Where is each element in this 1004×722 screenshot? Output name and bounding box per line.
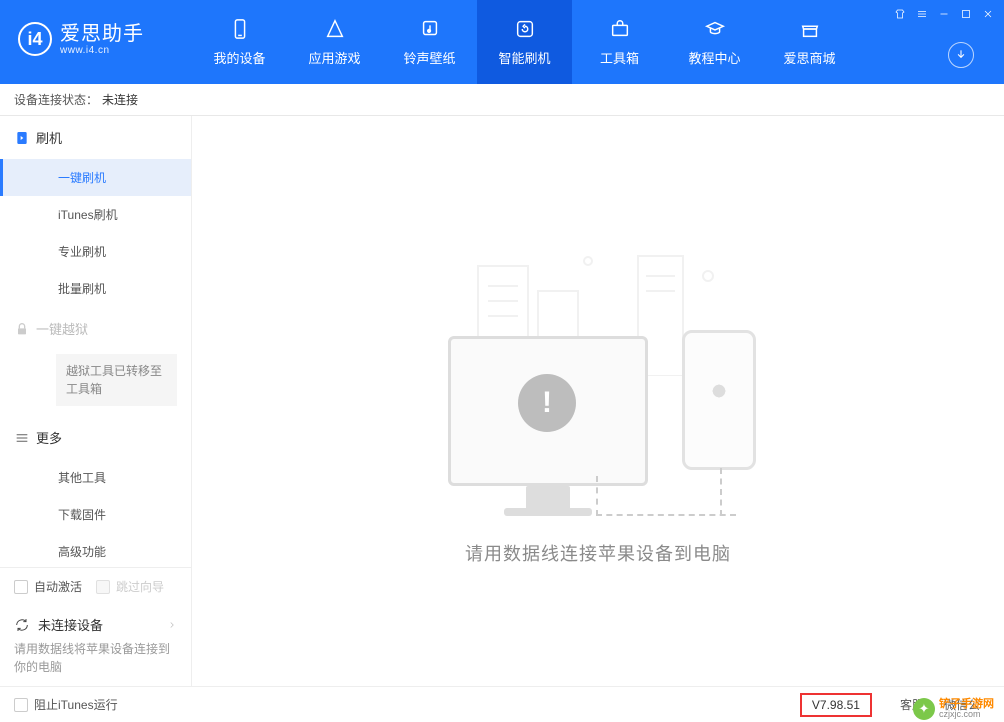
watermark: ✦ 铲子手游网 czjxjc.com <box>909 696 998 722</box>
sidebar-jailbreak-note: 越狱工具已转移至工具箱 <box>56 354 177 406</box>
graduation-icon <box>704 18 726 40</box>
skip-wizard-checkbox: 跳过向导 <box>96 578 164 595</box>
close-button[interactable] <box>978 6 998 22</box>
sidebar-item-oneclick-flash[interactable]: 一键刷机 <box>0 159 191 196</box>
refresh-icon <box>514 18 536 40</box>
logo-icon: i4 <box>18 22 52 56</box>
more-group-icon <box>14 430 30 446</box>
sidebar-item-download-firmware[interactable]: 下载固件 <box>0 496 191 533</box>
sidebar-item-pro-flash[interactable]: 专业刷机 <box>0 233 191 270</box>
music-icon <box>419 18 441 40</box>
app-title: 爱思助手 <box>60 23 144 45</box>
download-icon <box>954 48 968 62</box>
app-logo: i4 爱思助手 www.i4.cn <box>0 0 162 56</box>
refresh-device-icon <box>14 617 30 633</box>
lock-icon <box>14 321 30 337</box>
connection-status-bar: 设备连接状态： 未连接 <box>0 84 1004 116</box>
main-content: ! 请用数据线连接苹果设备到电脑 <box>192 116 1004 686</box>
nav-my-device[interactable]: 我的设备 <box>192 0 287 84</box>
toolbox-icon <box>609 18 631 40</box>
nav-ringtones[interactable]: 铃声壁纸 <box>382 0 477 84</box>
main-nav: 我的设备 应用游戏 铃声壁纸 智能刷机 工具箱 教程中心 爱思商城 <box>192 0 857 84</box>
nav-tutorial[interactable]: 教程中心 <box>667 0 762 84</box>
sidebar-group-flash[interactable]: 刷机 <box>0 116 191 159</box>
phone-icon <box>229 18 251 40</box>
nav-flash[interactable]: 智能刷机 <box>477 0 572 84</box>
store-icon <box>799 18 821 40</box>
sidebar-group-jailbreak: 一键越狱 <box>0 307 191 350</box>
sidebar: 刷机 一键刷机 iTunes刷机 专业刷机 批量刷机 一键越狱 越狱工具已转移至… <box>0 116 192 686</box>
auto-activate-checkbox[interactable]: 自动激活 <box>14 578 82 595</box>
minimize-button[interactable] <box>934 6 954 22</box>
watermark-icon: ✦ <box>913 698 935 720</box>
sidebar-item-itunes-flash[interactable]: iTunes刷机 <box>0 196 191 233</box>
chevron-right-icon <box>167 620 177 630</box>
block-itunes-checkbox[interactable]: 阻止iTunes运行 <box>14 696 118 713</box>
menu-button[interactable] <box>912 6 932 22</box>
nav-apps[interactable]: 应用游戏 <box>287 0 382 84</box>
app-subtitle: www.i4.cn <box>60 45 144 56</box>
skin-button[interactable] <box>890 6 910 22</box>
apps-icon <box>324 18 346 40</box>
flash-group-icon <box>14 130 30 146</box>
nav-toolbox[interactable]: 工具箱 <box>572 0 667 84</box>
footer-bar: 阻止iTunes运行 V7.98.51 客服 微信公 <box>0 686 1004 722</box>
sidebar-item-batch-flash[interactable]: 批量刷机 <box>0 270 191 307</box>
sidebar-item-other-tools[interactable]: 其他工具 <box>0 459 191 496</box>
nav-store[interactable]: 爱思商城 <box>762 0 857 84</box>
sidebar-item-advanced[interactable]: 高级功能 <box>0 533 191 567</box>
device-hint: 请用数据线将苹果设备连接到你的电脑 <box>0 640 191 686</box>
maximize-button[interactable] <box>956 6 976 22</box>
window-controls <box>890 6 998 22</box>
device-status-row[interactable]: 未连接设备 <box>0 605 191 640</box>
status-value: 未连接 <box>102 91 138 108</box>
iphone-icon <box>682 330 756 470</box>
title-bar: i4 爱思助手 www.i4.cn 我的设备 应用游戏 铃声壁纸 智能刷机 工具… <box>0 0 1004 84</box>
empty-state-text: 请用数据线连接苹果设备到电脑 <box>465 540 731 566</box>
empty-state-illustration: ! <box>418 236 778 516</box>
version-label: V7.98.51 <box>800 693 872 717</box>
status-label: 设备连接状态： <box>14 91 98 108</box>
download-button[interactable] <box>948 42 974 68</box>
sidebar-group-more[interactable]: 更多 <box>0 416 191 459</box>
warning-icon: ! <box>518 374 576 432</box>
